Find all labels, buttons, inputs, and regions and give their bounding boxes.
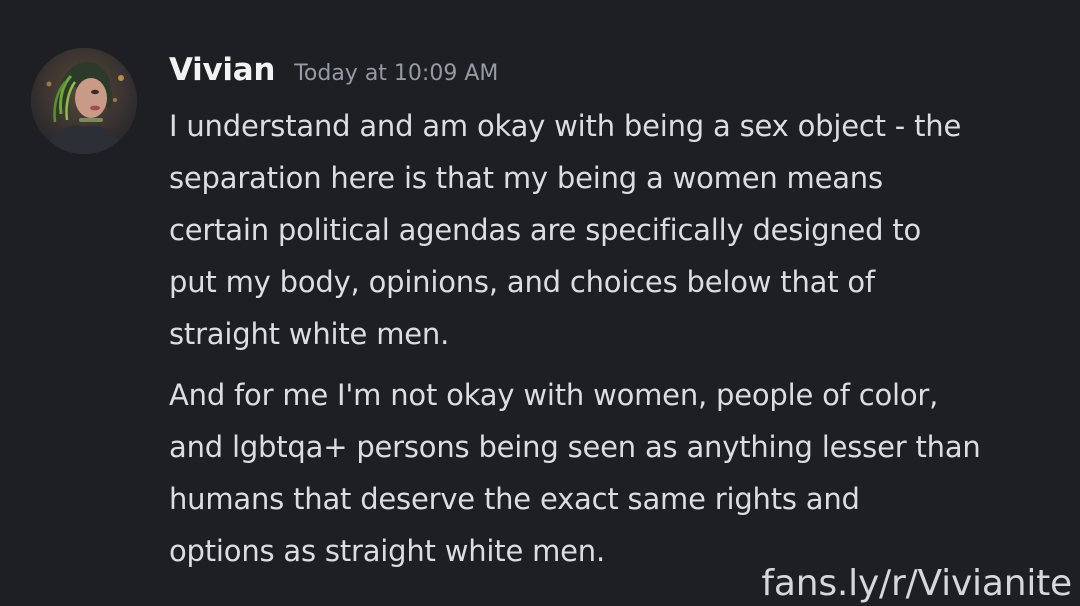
watermark: fans.ly/r/Vivianite <box>761 563 1072 604</box>
message-paragraph: I understand and am okay with being a se… <box>169 109 962 351</box>
chat-message: Vivian Today at 10:09 AM I understand an… <box>0 0 1080 606</box>
message-header: Vivian Today at 10:09 AM <box>169 52 498 96</box>
message-timestamp[interactable]: Today at 10:09 AM <box>294 61 498 86</box>
message-paragraph: And for me I'm not okay with women, peop… <box>169 378 981 568</box>
message-content: I understand and am okay with being a se… <box>169 100 1064 577</box>
username[interactable]: Vivian <box>169 52 275 88</box>
avatar[interactable] <box>31 48 137 154</box>
avatar-image <box>31 48 137 154</box>
